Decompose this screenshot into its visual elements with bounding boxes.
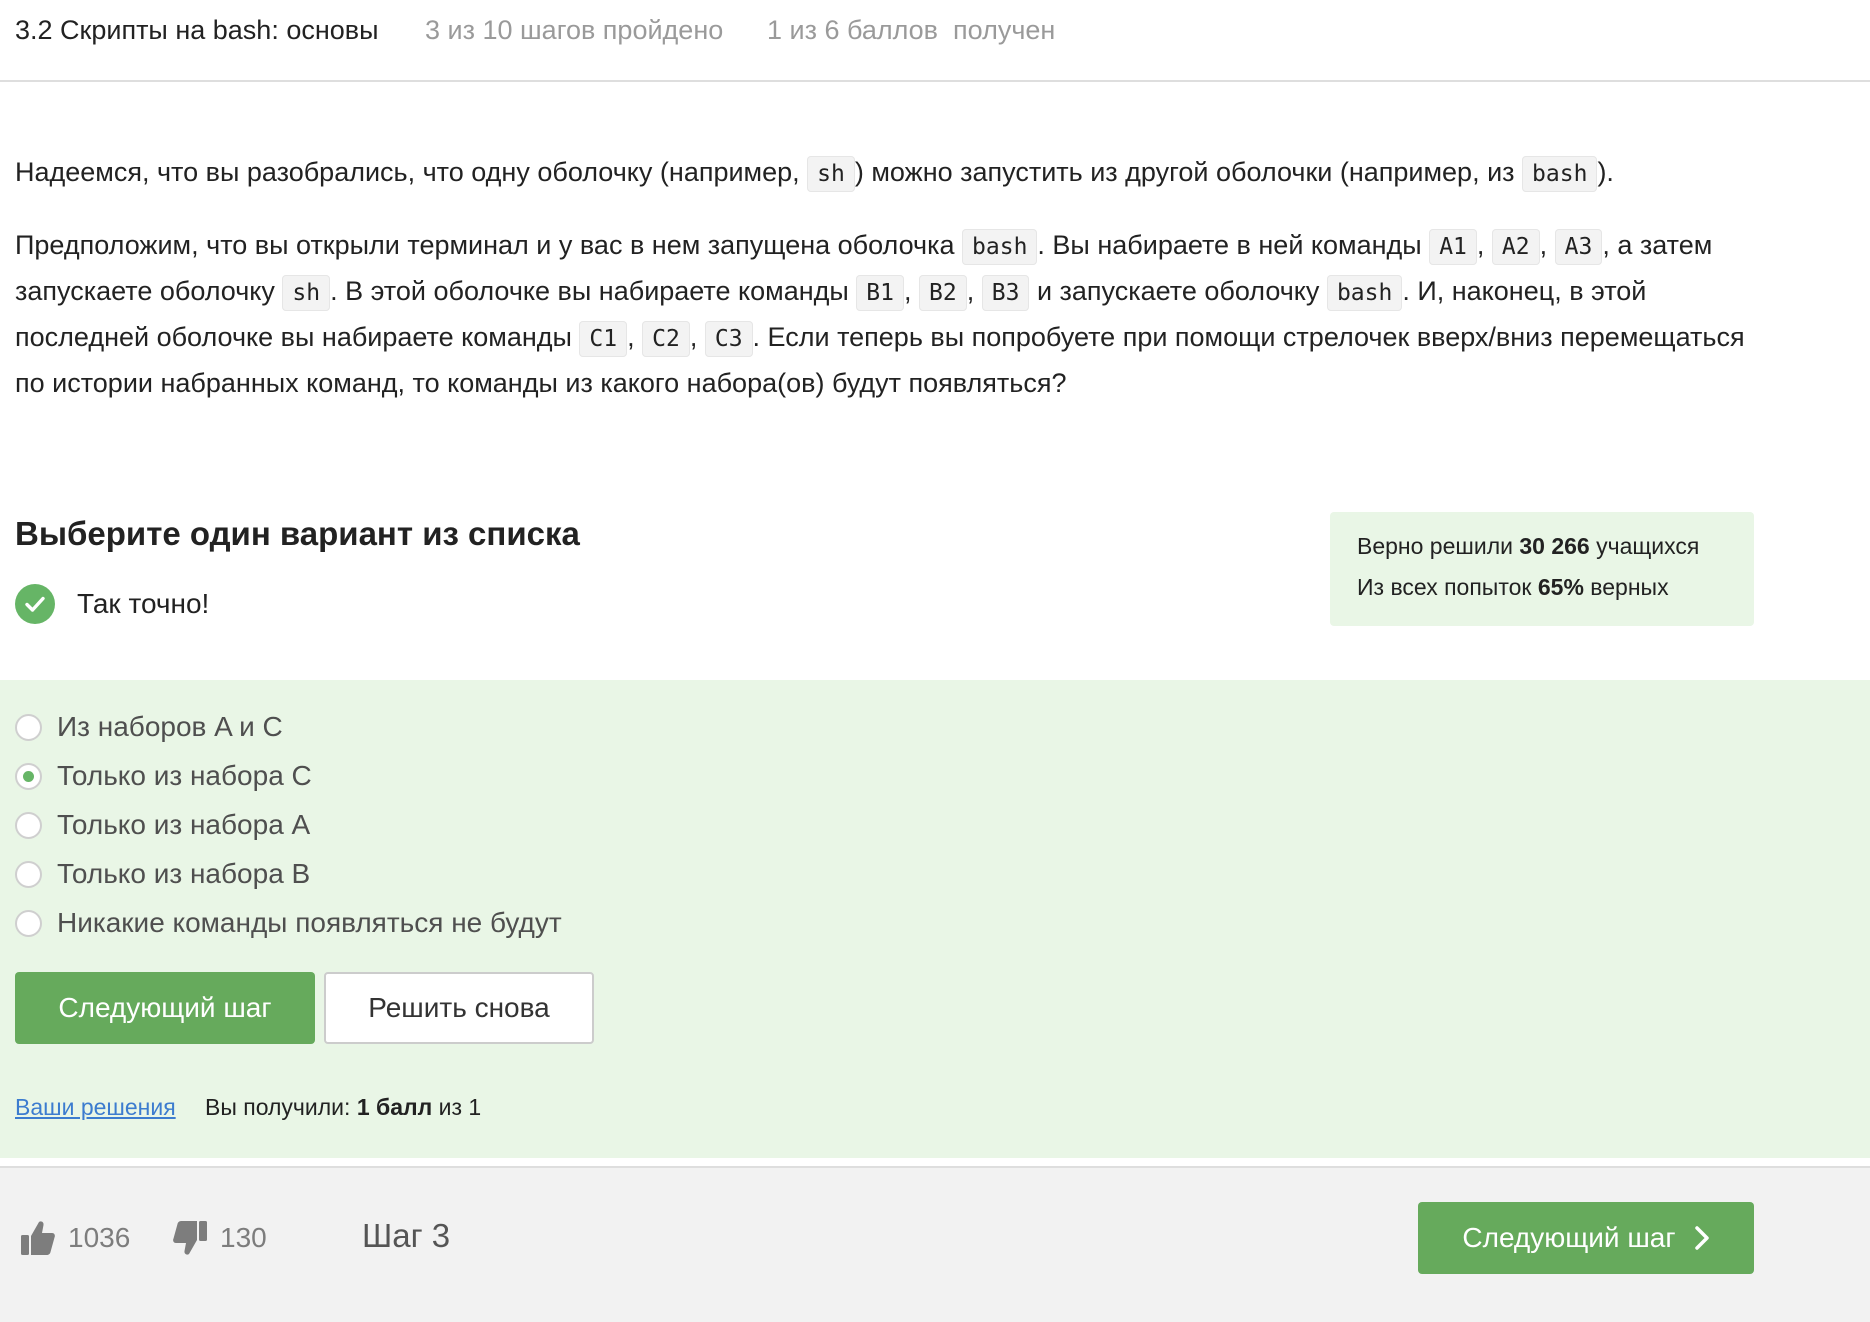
step-number: Шаг 3 (362, 1217, 451, 1254)
option-only-c[interactable]: Только из набора C (15, 756, 312, 796)
lesson-header: 3.2 Скрипты на bash: основы 3 из 10 шаго… (0, 0, 1870, 82)
code-c3: C3 (704, 321, 753, 357)
next-step-button[interactable]: Следующий шаг (15, 972, 315, 1044)
radio-button[interactable] (15, 909, 42, 937)
next-step-label: Следующий шаг (1462, 1222, 1676, 1253)
question-paragraph-1: Надеемся, что вы разобрались, что одну о… (15, 150, 1755, 196)
likes-count: 1036 (68, 1222, 131, 1253)
code-c2: C2 (642, 321, 690, 357)
option-none[interactable]: Никакие команды появляться не будут (15, 903, 562, 943)
points-progress: 1 из 6 баллов получен (767, 15, 1056, 45)
question-text: Надеемся, что вы разобрались, что одну о… (15, 150, 1755, 432)
radio-button[interactable] (15, 713, 42, 741)
radio-button[interactable] (15, 811, 42, 839)
code-sh: sh (282, 275, 331, 311)
your-solutions-link[interactable]: Ваши решения (15, 1094, 176, 1121)
code-c1: C1 (579, 321, 628, 357)
dislike-button[interactable]: 130 (172, 1218, 267, 1258)
text-segment: , (904, 276, 920, 306)
steps-progress: 3 из 10 шагов пройдено (425, 15, 724, 45)
score-result: Вы получили: 1 балл из 1 (205, 1094, 481, 1121)
option-label: Только из набора C (57, 760, 312, 791)
text-segment: , (689, 322, 705, 352)
chevron-right-icon (1694, 1225, 1710, 1251)
code-bash: bash (1522, 156, 1598, 192)
text-segment: Предположим, что вы открыли терминал и у… (15, 230, 963, 260)
code-bash: bash (962, 229, 1038, 265)
feedback-message: Так точно! (15, 584, 209, 624)
radio-button[interactable] (15, 860, 42, 888)
option-only-a[interactable]: Только из набора A (15, 805, 310, 845)
solved-stat: Верно решили 30 266 учащихся (1357, 526, 1727, 567)
stat-label: Из всех попыток (1357, 574, 1538, 600)
text-segment: , (1539, 230, 1555, 260)
text-segment: , (1476, 230, 1492, 260)
option-label: Только из набора B (57, 858, 311, 889)
code-sh: sh (807, 156, 855, 192)
text-segment: ). (1597, 157, 1614, 187)
text-segment: , (627, 322, 643, 352)
code-b2: B2 (919, 275, 967, 311)
option-label: Никакие команды появляться не будут (57, 907, 562, 938)
thumbs-up-icon (21, 1221, 55, 1255)
stat-label: учащихся (1589, 533, 1700, 559)
question-paragraph-2: Предположим, что вы открыли терминал и у… (15, 223, 1755, 405)
result-points: 1 балл (356, 1094, 433, 1120)
text-segment: ) можно запустить из другой оболочки (на… (854, 157, 1523, 187)
result-label: Вы получили: (205, 1094, 357, 1120)
feedback-text: Так точно! (77, 588, 210, 619)
code-a3: A3 (1554, 229, 1603, 265)
stats-box: Верно решили 30 266 учащихся Из всех поп… (1330, 512, 1754, 626)
thumbs-down-icon (173, 1221, 207, 1255)
answer-area: Из наборов A и C Только из набора C Толь… (0, 680, 1870, 1158)
attempts-stat: Из всех попыток 65% верных (1357, 567, 1727, 608)
option-label: Только из набора A (57, 809, 311, 840)
text-segment: Надеемся, что вы разобрались, что одну о… (15, 157, 808, 187)
retry-button[interactable]: Решить снова (324, 972, 594, 1044)
option-label: Из наборов A и C (57, 711, 283, 742)
code-b3: B3 (981, 275, 1030, 311)
code-b1: B1 (856, 275, 904, 311)
dislikes-count: 130 (220, 1222, 267, 1253)
result-label: из 1 (432, 1094, 482, 1120)
radio-button-selected[interactable] (15, 762, 42, 790)
text-segment: . В этой оболочке вы набираете команды (330, 276, 857, 306)
option-only-b[interactable]: Только из набора B (15, 854, 310, 894)
like-button[interactable]: 1036 (20, 1218, 130, 1258)
code-a2: A2 (1491, 229, 1540, 265)
check-circle-icon (15, 584, 55, 624)
attempts-percent: 65% (1537, 574, 1584, 600)
step-footer: 1036 130 Шаг 3 Следующий шаг (0, 1166, 1870, 1322)
code-bash: bash (1326, 275, 1403, 311)
footer-next-step-button[interactable]: Следующий шаг (1418, 1202, 1754, 1274)
stat-label: верных (1583, 574, 1669, 600)
code-a1: A1 (1429, 229, 1477, 265)
quiz-heading: Выберите один вариант из списка (15, 515, 580, 552)
lesson-title[interactable]: 3.2 Скрипты на bash: основы (15, 12, 379, 48)
text-segment: , (966, 276, 982, 306)
text-segment: . Вы набираете в ней команды (1037, 230, 1430, 260)
option-a-and-c[interactable]: Из наборов A и C (15, 707, 283, 747)
solved-count: 30 266 (1519, 533, 1590, 559)
stat-label: Верно решили (1357, 533, 1520, 559)
text-segment: и запускаете оболочку (1029, 276, 1327, 306)
